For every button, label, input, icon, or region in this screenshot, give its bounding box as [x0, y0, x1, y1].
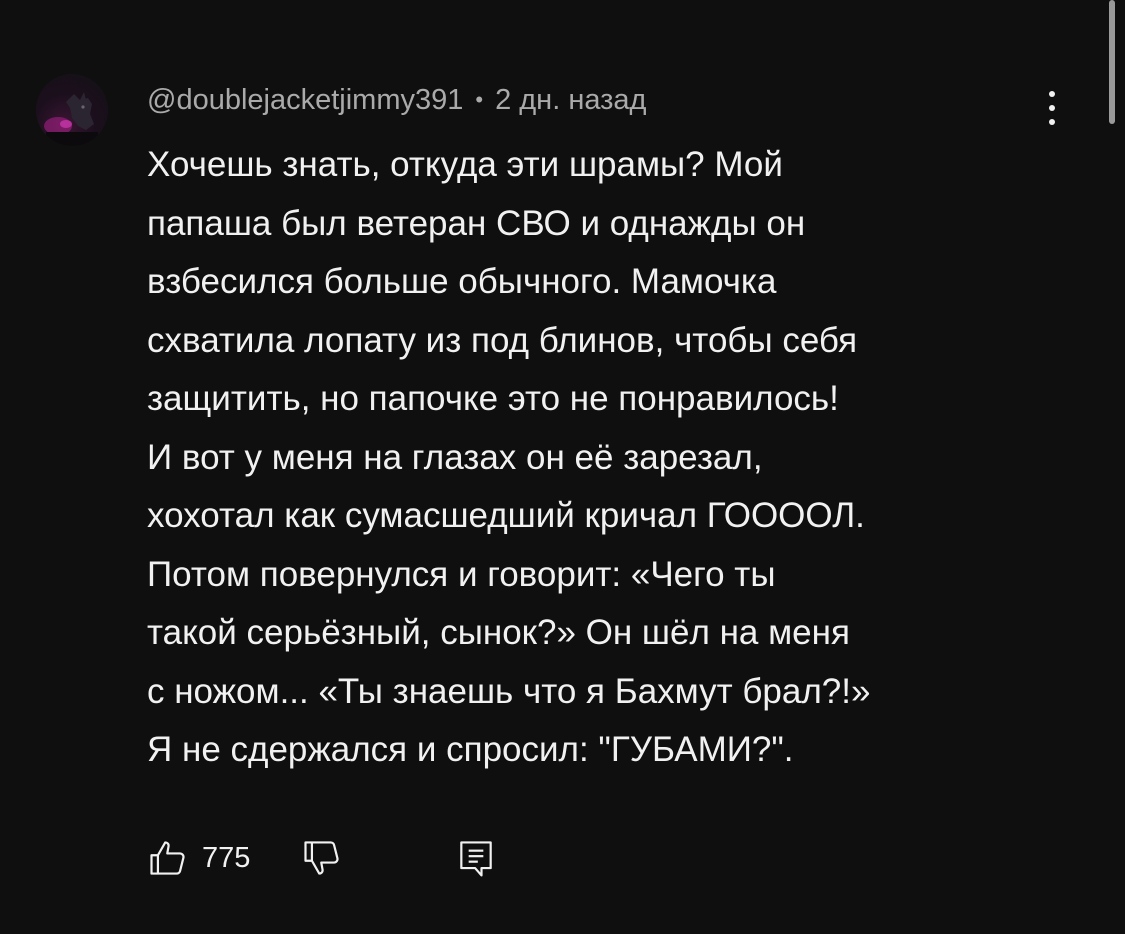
comment-text-line: взбесился больше обычного. Мамочка	[147, 262, 777, 301]
comment-card: @doublejacketjimmy391 • 2 дн. назад Хоче…	[0, 0, 1125, 934]
avatar-image	[44, 92, 98, 146]
scrollbar[interactable]	[1109, 0, 1115, 124]
author-handle[interactable]: @doublejacketjimmy391	[147, 84, 463, 117]
comment-text-line: хохотал как сумасшедший кричал ГООООЛ.	[147, 496, 865, 535]
comment-text-line: И вот у меня на глазах он её зарезал,	[147, 437, 763, 477]
more-vertical-icon-dot	[1049, 119, 1055, 125]
meta-separator: •	[475, 87, 484, 112]
comment-menu-button[interactable]	[1030, 86, 1074, 130]
like-count: 775	[202, 841, 251, 874]
thumbs-down-icon	[304, 841, 339, 875]
avatar[interactable]	[36, 74, 108, 146]
comment-text-line: с ножом... «Ты знаешь что я Бахмут брал?…	[147, 671, 871, 711]
comment-text-line: Потом повернулся и говорит: «Чего ты	[147, 554, 776, 594]
comment-text-line: Хочешь знать, откуда эти шрамы? Мой	[147, 145, 783, 184]
thumbs-up-icon	[150, 841, 185, 875]
dislike-button[interactable]	[300, 836, 344, 880]
comment-text-line: Я не сдержался и спросил: "ГУБАМИ?".	[147, 730, 794, 769]
comment-text: Хочешь знать, откуда эти шрамы? Мой папа…	[147, 136, 1067, 780]
comment-header: @doublejacketjimmy391 • 2 дн. назад	[147, 80, 646, 120]
comment-text-line: защитить, но папочке это не понравилось!	[147, 379, 839, 418]
more-vertical-icon-dot	[1049, 105, 1055, 111]
more-vertical-icon-dot	[1049, 91, 1055, 97]
reply-button[interactable]	[454, 836, 498, 880]
like-button[interactable]: 775	[146, 836, 250, 880]
comment-text-line: папаша был ветеран СВО и однажды он	[147, 203, 806, 243]
reply-comment-icon	[460, 841, 493, 877]
comment-timestamp[interactable]: 2 дн. назад	[495, 84, 646, 117]
comment-text-line: схватила лопату из под блинов, чтобы себ…	[147, 320, 858, 360]
comment-text-line: такой серьёзный, сынок?» Он шёл на меня	[147, 613, 850, 652]
comment-actions: 775	[146, 830, 498, 886]
